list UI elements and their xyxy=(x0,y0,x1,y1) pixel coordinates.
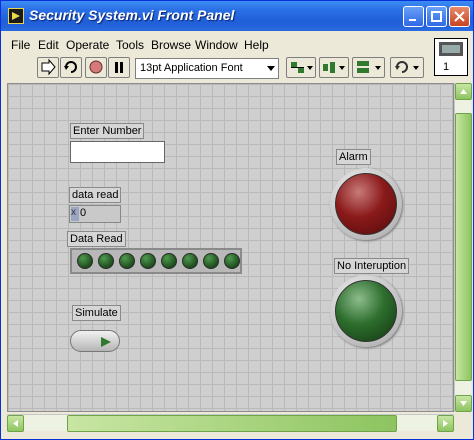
scroll-left-button[interactable] xyxy=(7,415,24,432)
vi-front-panel-window: Security System.vi Front Panel File Edit… xyxy=(0,0,474,440)
run-continuously-icon[interactable] xyxy=(60,57,82,78)
led-2 xyxy=(119,253,135,269)
menu-window[interactable]: Window xyxy=(195,38,238,52)
pause-icon[interactable] xyxy=(108,57,130,78)
maximize-button[interactable] xyxy=(426,6,447,27)
data-read-value: 0 xyxy=(80,207,87,219)
distribute-objects-icon[interactable] xyxy=(319,57,349,78)
vi-connector-icon[interactable]: 1 xyxy=(434,38,468,76)
scroll-up-button[interactable] xyxy=(455,83,472,100)
alarm-led-bezel xyxy=(330,168,402,240)
toolbar: 13pt Application Font xyxy=(1,55,431,81)
window-title: Security System.vi Front Panel xyxy=(29,7,235,23)
simulate-switch[interactable] xyxy=(70,330,120,352)
vertical-scroll-thumb[interactable] xyxy=(455,113,472,381)
led-5 xyxy=(182,253,198,269)
no-interuption-led[interactable] xyxy=(335,280,397,342)
data-read-led-array xyxy=(70,248,242,274)
menu-browse[interactable]: Browse xyxy=(151,38,191,52)
simulate-label: Simulate xyxy=(72,305,121,321)
enter-number-input[interactable] xyxy=(70,141,165,163)
alarm-led[interactable] xyxy=(335,173,397,235)
run-arrow-icon[interactable] xyxy=(37,57,59,78)
scroll-right-button[interactable] xyxy=(437,415,454,432)
led-3 xyxy=(140,253,156,269)
led-7 xyxy=(224,253,240,269)
led-0 xyxy=(77,253,93,269)
no-interuption-led-bezel xyxy=(330,275,402,347)
vertical-scrollbar[interactable] xyxy=(454,83,472,412)
font-selector-value: 13pt Application Font xyxy=(140,62,243,74)
horizontal-scrollbar[interactable] xyxy=(7,414,454,432)
font-selector[interactable]: 13pt Application Font xyxy=(135,58,279,79)
radix-icon[interactable]: x xyxy=(71,207,79,221)
led-6 xyxy=(203,253,219,269)
chevron-down-icon xyxy=(267,66,275,71)
abort-icon[interactable] xyxy=(85,57,107,78)
menu-help[interactable]: Help xyxy=(244,38,269,52)
enter-number-label: Enter Number xyxy=(70,123,145,139)
minimize-button[interactable] xyxy=(403,6,424,27)
horizontal-scroll-thumb[interactable] xyxy=(67,415,397,432)
resize-grip[interactable] xyxy=(454,414,471,431)
data-read-array-label: Data Read xyxy=(67,231,126,247)
no-interuption-label: No Interuption xyxy=(334,258,410,274)
led-1 xyxy=(98,253,114,269)
data-read-label: data read xyxy=(69,187,122,203)
vi-icon-label: 1 xyxy=(443,61,450,73)
data-read-indicator: x 0 xyxy=(69,205,121,223)
menu-tools[interactable]: Tools xyxy=(116,38,144,52)
alarm-label: Alarm xyxy=(336,149,371,165)
front-panel-canvas: Enter Number data read x 0 Data Read Sim… xyxy=(7,83,454,412)
led-4 xyxy=(161,253,177,269)
close-button[interactable] xyxy=(449,6,470,27)
arrow-icon xyxy=(101,337,111,347)
menu-edit[interactable]: Edit xyxy=(38,38,59,52)
menu-operate[interactable]: Operate xyxy=(66,38,109,52)
align-objects-icon[interactable] xyxy=(286,57,316,78)
labview-icon xyxy=(8,8,24,24)
title-bar[interactable]: Security System.vi Front Panel xyxy=(1,1,473,31)
menu-file[interactable]: File xyxy=(11,38,30,52)
scroll-down-button[interactable] xyxy=(455,395,472,412)
resize-objects-icon[interactable] xyxy=(352,57,385,78)
reorder-icon[interactable] xyxy=(390,57,424,78)
